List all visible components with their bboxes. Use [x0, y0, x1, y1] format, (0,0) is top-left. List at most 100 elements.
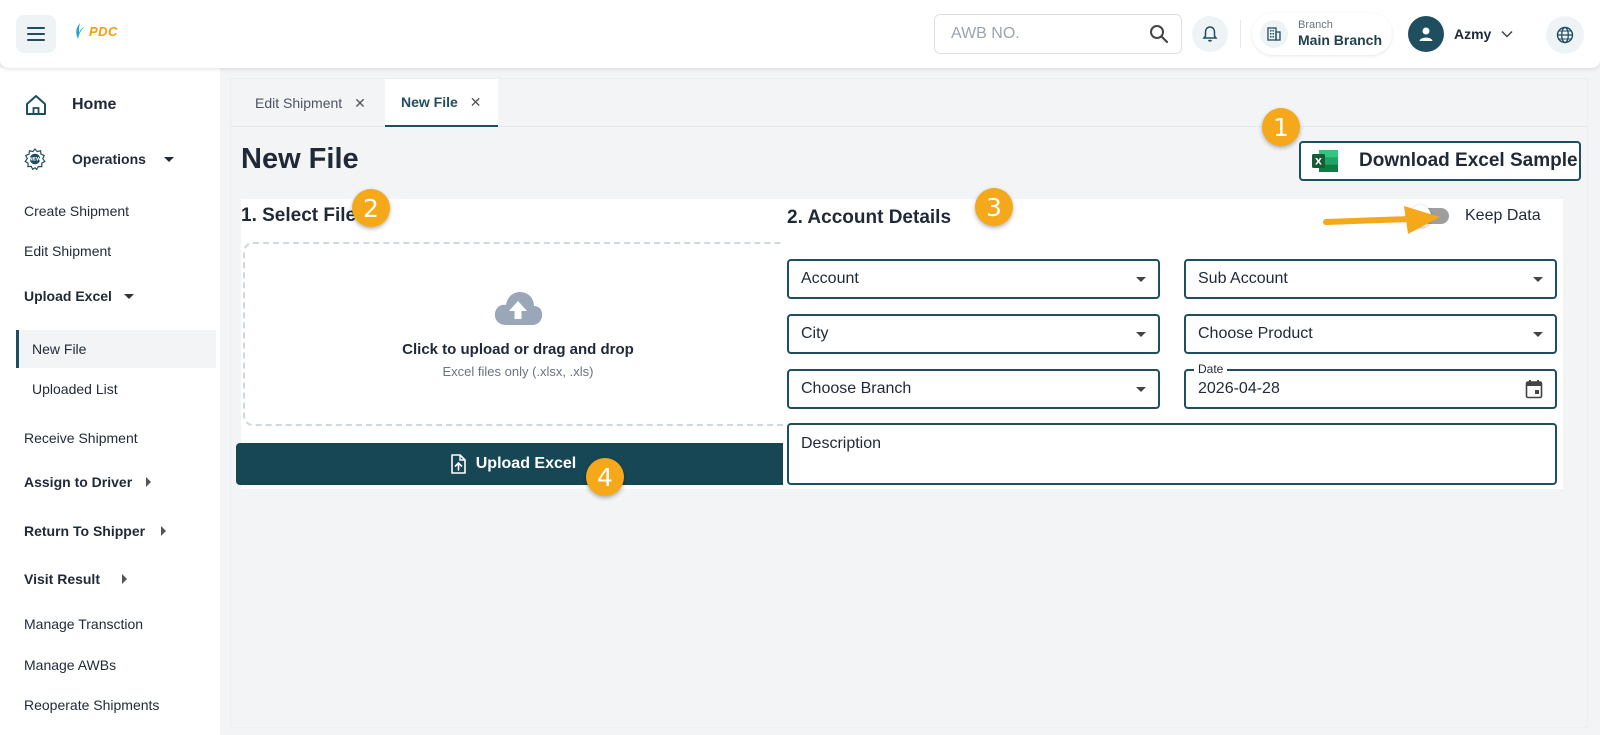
notifications-button[interactable] — [1192, 16, 1228, 52]
logo-text: PDC — [89, 23, 118, 39]
account-select[interactable]: Account — [787, 259, 1160, 299]
caret-right-icon — [161, 526, 167, 536]
tab-bar: Edit Shipment ✕ New File ✕ — [231, 79, 1587, 127]
sidebar-item-label: Reoperate Shipments — [24, 697, 160, 713]
language-button[interactable] — [1546, 16, 1584, 54]
sidebar-item-label: Upload Excel — [24, 288, 112, 304]
dropdown-arrow-icon — [1136, 276, 1146, 282]
branch-label: Branch — [1298, 19, 1333, 31]
tab-edit-shipment[interactable]: Edit Shipment ✕ — [255, 79, 366, 127]
sidebar-item-return-to-shipper[interactable]: Return To Shipper — [24, 523, 167, 539]
sidebar-item-new-file[interactable]: New File — [16, 330, 216, 368]
download-excel-sample-button[interactable]: X Download Excel Sample — [1299, 141, 1581, 181]
header-divider — [1240, 20, 1241, 48]
sidebar-item-reoperate-shipments[interactable]: Reoperate Shipments — [24, 697, 159, 713]
svg-text:X: X — [1315, 158, 1322, 168]
sidebar-item-label: Assign to Driver — [24, 474, 133, 490]
file-upload-icon — [450, 454, 466, 474]
branch-select[interactable]: Choose Branch — [787, 369, 1160, 409]
dropdown-arrow-icon — [1533, 331, 1543, 337]
sub-account-select[interactable]: Sub Account — [1184, 259, 1557, 299]
date-field-label: Date — [1194, 362, 1228, 376]
account-select-value: Account — [801, 270, 859, 287]
product-select[interactable]: Choose Product — [1184, 314, 1557, 354]
dropzone-subtitle: Excel files only (.xlsx, .xls) — [442, 364, 594, 379]
close-icon[interactable]: ✕ — [470, 94, 482, 111]
sidebar-item-uploaded-list[interactable]: Uploaded List — [32, 381, 118, 397]
caret-down-icon — [163, 156, 174, 162]
tab-label: New File — [401, 94, 458, 110]
dropzone-title: Click to upload or drag and drop — [402, 341, 634, 358]
sidebar-item-label: New File — [32, 341, 87, 357]
sidebar-item-visit-result[interactable]: Visit Result — [24, 571, 127, 587]
description-placeholder: Description — [801, 435, 882, 452]
sidebar-item-home[interactable]: Home — [24, 94, 116, 116]
caret-down-icon — [123, 293, 134, 299]
search-icon[interactable] — [1149, 24, 1169, 44]
branch-select-value: Choose Branch — [801, 380, 912, 397]
cloud-upload-icon — [494, 292, 543, 325]
tab-new-file[interactable]: New File ✕ — [385, 79, 498, 127]
sidebar-item-edit-shipment[interactable]: Edit Shipment — [24, 243, 111, 259]
awb-search-input[interactable] — [951, 25, 1149, 43]
sidebar-item-manage-awbs[interactable]: Manage AWBs — [24, 657, 116, 673]
select-file-title: 1. Select File — [241, 205, 357, 226]
close-icon[interactable]: ✕ — [354, 95, 366, 112]
menu-button[interactable] — [16, 15, 56, 53]
annotation-badge-2: 2 — [352, 189, 390, 227]
tab-label: Edit Shipment — [255, 95, 343, 111]
svg-text:NEW: NEW — [29, 157, 41, 163]
sidebar-item-label: Edit Shipment — [24, 243, 112, 259]
user-name: Azmy — [1454, 26, 1492, 42]
sidebar-item-receive-shipment[interactable]: Receive Shipment — [24, 430, 138, 446]
product-select-value: Choose Product — [1198, 325, 1313, 342]
download-excel-sample-label: Download Excel Sample — [1359, 150, 1578, 171]
calendar-icon[interactable] — [1525, 379, 1543, 399]
sidebar-item-label: Create Shipment — [24, 203, 130, 219]
date-field[interactable]: Date 2026-04-28 — [1184, 362, 1557, 409]
dropdown-arrow-icon — [1533, 276, 1543, 282]
user-menu[interactable]: Azmy — [1408, 16, 1513, 52]
sidebar-item-create-shipment[interactable]: Create Shipment — [24, 203, 129, 219]
sidebar-item-assign-to-driver[interactable]: Assign to Driver — [24, 474, 152, 490]
sidebar-item-label: Return To Shipper — [24, 523, 146, 539]
sidebar-item-label: Home — [72, 96, 117, 113]
sidebar-item-manage-transaction[interactable]: Manage Transction — [24, 616, 143, 632]
file-dropzone[interactable]: Click to upload or drag and drop Excel f… — [243, 242, 793, 426]
chevron-down-icon — [1501, 30, 1513, 38]
avatar — [1408, 16, 1444, 52]
user-icon — [1419, 27, 1433, 41]
date-field-value: 2026-04-28 — [1198, 380, 1280, 397]
caret-right-icon — [146, 477, 152, 487]
awb-search-box — [934, 14, 1182, 54]
account-details-title: 2. Account Details — [787, 207, 952, 228]
annotation-badge-3: 3 — [975, 188, 1013, 226]
building-icon — [1260, 20, 1288, 48]
annotation-arrow-icon — [1323, 206, 1440, 234]
sidebar-item-label: Operations — [72, 151, 146, 167]
sidebar-item-label: Receive Shipment — [24, 430, 138, 446]
upload-excel-button[interactable]: Upload Excel — [236, 443, 790, 485]
sidebar-item-label: Manage AWBs — [24, 657, 117, 673]
sidebar-item-label: Uploaded List — [32, 381, 118, 397]
page-title: New File — [241, 143, 359, 175]
sidebar-item-operations[interactable]: NEW Operations — [24, 148, 174, 170]
logo-mark-icon — [76, 23, 85, 39]
app-logo[interactable]: PDC — [74, 22, 118, 40]
hamburger-icon — [27, 27, 45, 41]
branch-selector[interactable]: Branch Main Branch — [1252, 13, 1392, 55]
keep-data-label: Keep Data — [1465, 207, 1541, 224]
sidebar: Home NEW Operations Create Shipment Edit… — [0, 68, 220, 735]
caret-right-icon — [122, 574, 127, 584]
city-select-value: City — [801, 325, 829, 342]
sidebar-item-upload-excel[interactable]: Upload Excel — [24, 288, 134, 304]
city-select[interactable]: City — [787, 314, 1160, 354]
globe-icon — [1556, 26, 1574, 44]
annotation-badge-4: 4 — [586, 458, 624, 496]
upload-excel-label: Upload Excel — [475, 455, 577, 472]
dropdown-arrow-icon — [1136, 331, 1146, 337]
branch-text: Branch Main Branch — [1298, 19, 1382, 49]
new-badge-icon: NEW — [24, 148, 46, 170]
annotation-badge-1: 1 — [1262, 108, 1300, 146]
description-input[interactable]: Description — [787, 423, 1557, 485]
